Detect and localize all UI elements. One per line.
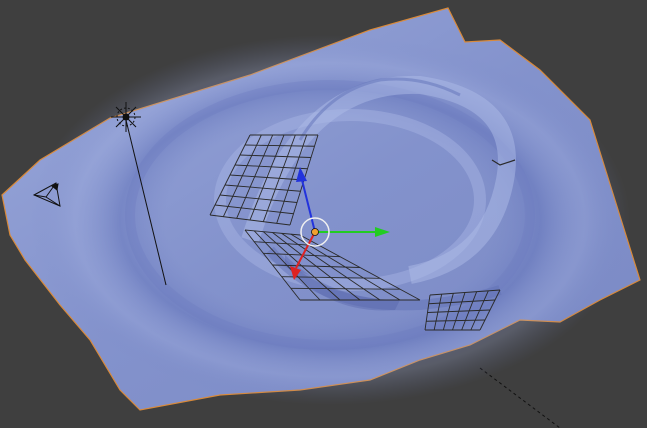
camera-relationship-line bbox=[479, 367, 561, 428]
viewport-canvas[interactable] bbox=[0, 0, 647, 428]
object-origin-icon[interactable] bbox=[311, 228, 319, 236]
wave-mesh[interactable] bbox=[1, 7, 641, 411]
3d-viewport[interactable]: wave-mesh bbox=[0, 0, 647, 428]
